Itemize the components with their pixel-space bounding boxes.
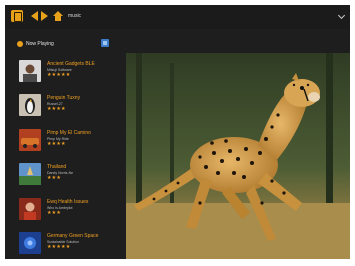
now-playing-icon [17,41,23,47]
track-title: Penguin Tuxny [47,95,81,101]
list-item[interactable]: Pimp My El Camino Pimp My Ride ★★★★ [19,129,119,155]
track-thumbnail [19,232,41,254]
track-thumbnail [19,198,41,220]
track-rating[interactable]: ★★★★★ [47,244,70,250]
list-item[interactable]: Penguin Tuxny Russel-27 ★★★★ [19,94,119,120]
track-thumbnail [19,163,41,185]
track-title: Thailand [47,164,67,170]
now-playing-label: Now Playing [26,41,54,47]
chevron-down-icon[interactable] [337,11,346,20]
cheetah-image [126,53,350,259]
list-item[interactable]: Ancient Gadgets BLE Mitsuji Software ★★★… [19,60,119,86]
list-item[interactable]: Thailand Dandy Norris-Ne ★★★ [19,163,119,189]
app-window: music Now Playing Ancient Gadgets BLE Mi… [5,5,350,259]
track-title: Germany Green Space [47,233,99,239]
track-rating[interactable]: ★★★★ [47,141,66,147]
track-title: Ewq Health Issues [47,199,89,205]
home-icon[interactable] [53,11,63,21]
track-title: Ancient Gadgets BLE [47,61,95,67]
list-item[interactable]: Ewq Health Issues Who Is Ambrylot ★★★ [19,198,119,224]
track-rating[interactable]: ★★★ [47,210,61,216]
track-title: Pimp My El Camino [47,130,91,136]
forward-arrow-icon[interactable] [41,11,48,21]
list-item[interactable]: Germany Green Space Sustainable Solution… [19,232,119,258]
playlist-action-button[interactable] [101,39,109,47]
track-rating[interactable]: ★★★★★ [47,72,70,78]
track-rating[interactable]: ★★★ [47,175,61,181]
album-artwork [126,53,350,259]
app-icon[interactable] [11,10,23,22]
back-arrow-icon[interactable] [31,11,38,21]
track-rating[interactable]: ★★★★ [47,106,66,112]
track-thumbnail [19,94,41,116]
now-playing-header: Now Playing [17,39,112,49]
page-title: music [68,13,82,19]
top-bar: music [5,5,350,29]
track-thumbnail [19,60,41,82]
track-thumbnail [19,129,41,151]
sidebar: Now Playing Ancient Gadgets BLE Mitsuji … [5,29,120,259]
